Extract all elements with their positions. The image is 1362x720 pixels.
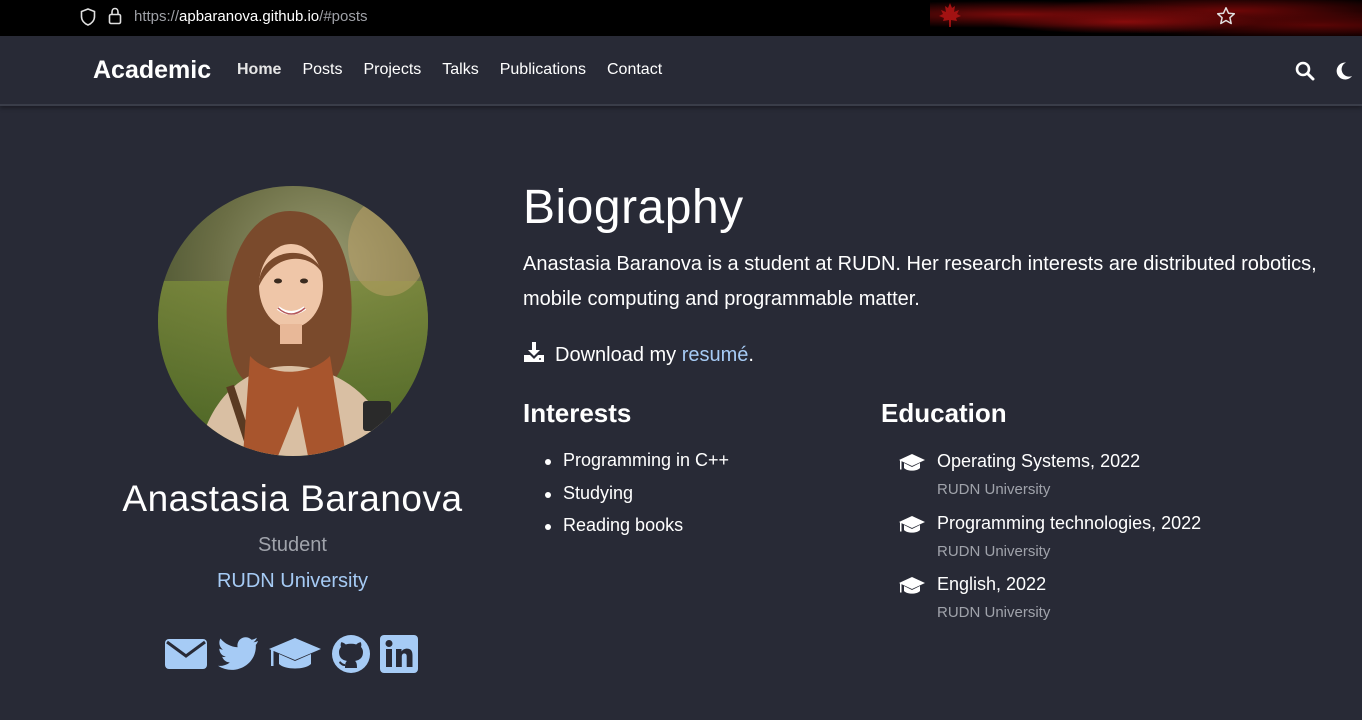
download-prefix: Download my [555, 343, 682, 366]
profile-organization-link[interactable]: RUDN University [0, 570, 585, 593]
download-resume: Download my resumé. [523, 341, 754, 369]
nav-item-projects[interactable]: Projects [363, 61, 421, 79]
bullet [545, 459, 551, 465]
social-links [164, 634, 418, 679]
site-brand[interactable]: Academic [93, 56, 211, 85]
github-icon[interactable] [331, 634, 371, 679]
nav-menu: Home Posts Projects Talks Publications C… [237, 61, 683, 79]
lock-icon[interactable] [108, 7, 122, 30]
list-item: Studying [545, 483, 729, 516]
maple-leaf-icon [938, 2, 962, 33]
interest-label: Reading books [563, 515, 684, 535]
graduation-cap-icon[interactable] [268, 636, 322, 677]
biography-text: Anastasia Baranova is a student at RUDN.… [523, 253, 1317, 310]
linkedin-icon[interactable] [380, 635, 418, 678]
graduation-cap-icon [898, 453, 926, 478]
download-icon[interactable] [523, 341, 545, 369]
twitter-icon[interactable] [217, 636, 259, 677]
url-host: apbaranova.github.io [179, 8, 320, 25]
education-course: Operating Systems, 2022 [937, 451, 1141, 471]
search-icon[interactable] [1295, 61, 1315, 86]
interests-title: Interests [523, 398, 632, 428]
browser-toolbar: https://apbaranova.github.io/#posts [0, 0, 1362, 36]
nav-item-contact[interactable]: Contact [607, 61, 662, 79]
graduation-cap-icon [898, 515, 926, 540]
url-scheme: https:// [134, 8, 180, 25]
biography-title: Biography [523, 181, 744, 234]
education-institution: RUDN University [937, 481, 1051, 498]
interest-label: Studying [563, 482, 634, 503]
theme-decoration [930, 0, 1362, 36]
bookmark-star-icon[interactable] [1216, 6, 1236, 31]
bullet [545, 524, 551, 530]
envelope-icon[interactable] [164, 636, 208, 677]
interests-list: Programming in C++ Studying Reading book… [545, 450, 729, 548]
site-navbar: Academic Home Posts Projects Talks Publi… [0, 36, 1362, 106]
graduation-cap-icon [898, 576, 926, 601]
resume-link[interactable]: resumé [682, 344, 749, 367]
profile-role: Student [258, 534, 327, 556]
nav-item-talks[interactable]: Talks [442, 61, 478, 79]
list-item: Reading books [545, 515, 729, 548]
nav-item-publications[interactable]: Publications [500, 61, 586, 79]
bullet [545, 491, 551, 498]
education-title: Education [881, 398, 1007, 428]
list-item: Programming in C++ [545, 450, 729, 483]
url-path: /#posts [319, 8, 368, 25]
download-suffix: . [748, 343, 754, 366]
profile-name: Anastasia Baranova [122, 478, 463, 519]
education-course: English, 2022 [937, 574, 1047, 594]
avatar [158, 186, 428, 456]
nav-item-home[interactable]: Home [237, 61, 281, 79]
interest-label: Programming in C++ [563, 450, 730, 470]
address-bar[interactable]: https://apbaranova.github.io/#posts [134, 8, 368, 25]
education-institution: RUDN University [937, 543, 1051, 560]
shield-icon[interactable] [80, 8, 96, 31]
moon-icon[interactable] [1335, 61, 1353, 86]
education-course: Programming technologies, 2022 [937, 513, 1202, 533]
nav-item-posts[interactable]: Posts [302, 61, 342, 79]
education-institution: RUDN University [937, 604, 1051, 621]
